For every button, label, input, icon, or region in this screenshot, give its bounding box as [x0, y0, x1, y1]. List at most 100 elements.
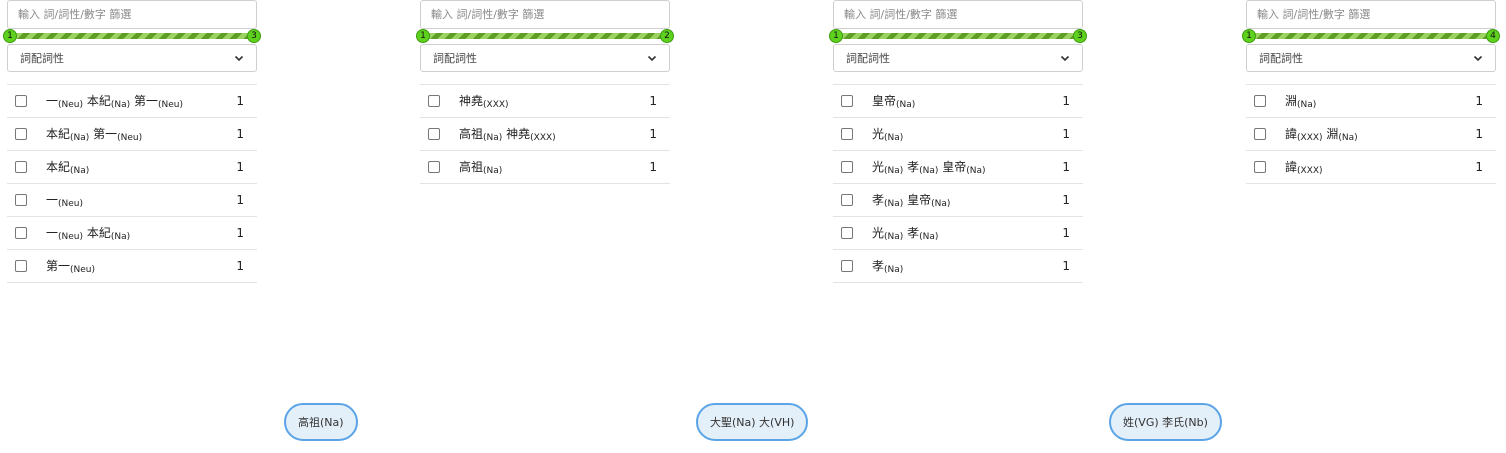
ngram-length-slider[interactable]: 1 3: [3, 29, 261, 43]
term-pos-tag: (Neu): [58, 232, 84, 242]
row-checkbox[interactable]: [841, 161, 853, 173]
list-item[interactable]: 本紀(Na) 第一(Neu) 1: [7, 118, 257, 151]
chevron-down-icon: [1473, 55, 1483, 62]
row-checkbox[interactable]: [428, 95, 440, 107]
list-item[interactable]: 本紀(Na) 1: [7, 151, 257, 184]
list-item[interactable]: 神堯(XXX) 1: [420, 85, 670, 118]
ngram-length-slider[interactable]: 1 2: [416, 29, 674, 43]
list-item[interactable]: 高祖(Na) 神堯(XXX) 1: [420, 118, 670, 151]
ngram-panel: 1 2 詞配詞性 神堯(XXX)1高祖(Na) 神堯(XXX)1高祖(Na)1: [416, 0, 674, 184]
frequency-count: 1: [236, 94, 244, 108]
list-item[interactable]: 光(Na) 孝(Na) 皇帝(Na) 1: [833, 151, 1083, 184]
row-checkbox[interactable]: [15, 95, 27, 107]
list-item[interactable]: 孝(Na) 皇帝(Na) 1: [833, 184, 1083, 217]
row-checkbox[interactable]: [15, 161, 27, 173]
term-pos-tag: (Na): [884, 232, 904, 242]
filter-input[interactable]: [833, 0, 1083, 29]
ngram-length-slider[interactable]: 1 3: [829, 29, 1087, 43]
row-checkbox[interactable]: [15, 128, 27, 140]
row-checkbox[interactable]: [841, 260, 853, 272]
row-checkbox[interactable]: [841, 227, 853, 239]
ngram-term: 一(Neu) 本紀(Na) 第一(Neu): [46, 92, 183, 110]
list-item[interactable]: 諱(XXX) 1: [1246, 151, 1496, 184]
pos-collocation-select[interactable]: 詞配詞性: [7, 44, 257, 72]
term-word: 本紀: [86, 94, 111, 108]
ngram-term: 皇帝(Na): [872, 92, 915, 110]
row-checkbox[interactable]: [841, 194, 853, 206]
term-pos-tag: (Na): [884, 199, 904, 209]
slider-max-handle[interactable]: 4: [1486, 29, 1500, 43]
row-checkbox[interactable]: [1254, 128, 1266, 140]
slider-max-handle[interactable]: 3: [247, 29, 261, 43]
list-item[interactable]: 第一(Neu) 1: [7, 250, 257, 283]
list-item[interactable]: 一(Neu) 本紀(Na) 第一(Neu) 1: [7, 85, 257, 118]
row-checkbox[interactable]: [428, 161, 440, 173]
slider-track[interactable]: [9, 33, 255, 39]
pos-collocation-select[interactable]: 詞配詞性: [420, 44, 670, 72]
ngram-length-slider[interactable]: 1 4: [1242, 29, 1500, 43]
row-checkbox[interactable]: [428, 128, 440, 140]
term-word: 孝: [907, 160, 920, 174]
ngram-panel: 1 4 詞配詞性 淵(Na)1諱(XXX) 淵(Na)1諱(XXX)1: [1242, 0, 1500, 184]
collocation-pill[interactable]: 姓(VG) 李氏(Nb): [1109, 403, 1222, 441]
list-item[interactable]: 光(Na) 孝(Na) 1: [833, 217, 1083, 250]
list-item[interactable]: 諱(XXX) 淵(Na) 1: [1246, 118, 1496, 151]
filter-input[interactable]: [420, 0, 670, 29]
frequency-count: 1: [649, 127, 657, 141]
slider-min-handle[interactable]: 1: [1242, 29, 1256, 43]
slider-track[interactable]: [1248, 33, 1494, 39]
term-word: 光: [872, 226, 885, 240]
slider-min-handle[interactable]: 1: [416, 29, 430, 43]
term-pos-tag: (Na): [70, 133, 90, 143]
row-checkbox[interactable]: [15, 194, 27, 206]
row-checkbox[interactable]: [1254, 95, 1266, 107]
term-pos-tag: (Neu): [70, 265, 96, 275]
term-pos-tag: (XXX): [530, 133, 556, 143]
slider-max-handle[interactable]: 3: [1073, 29, 1087, 43]
list-item[interactable]: 光(Na) 1: [833, 118, 1083, 151]
ngram-term: 諱(XXX) 淵(Na): [1285, 125, 1358, 143]
ngram-term: 本紀(Na) 第一(Neu): [46, 125, 142, 143]
select-label: 詞配詞性: [846, 52, 890, 65]
list-item[interactable]: 孝(Na) 1: [833, 250, 1083, 283]
term-pos-tag: (Na): [884, 166, 904, 176]
ngram-term: 第一(Neu): [46, 257, 95, 275]
term-word: 皇帝: [872, 94, 897, 108]
list-item[interactable]: 一(Neu) 1: [7, 184, 257, 217]
row-checkbox[interactable]: [15, 260, 27, 272]
ngram-list: 一(Neu) 本紀(Na) 第一(Neu) 1 本紀(Na) 第一(Neu) 1 本紀(…: [7, 84, 257, 283]
frequency-count: 1: [649, 94, 657, 108]
term-word: 孝: [872, 193, 885, 207]
frequency-count: 1: [1062, 259, 1070, 273]
slider-track[interactable]: [835, 33, 1081, 39]
pos-collocation-select[interactable]: 詞配詞性: [833, 44, 1083, 72]
slider-max-handle[interactable]: 2: [660, 29, 674, 43]
term-word: 諱: [1285, 160, 1298, 174]
term-word: 孝: [907, 226, 920, 240]
filter-input[interactable]: [7, 0, 257, 29]
row-checkbox[interactable]: [15, 227, 27, 239]
slider-min-handle[interactable]: 1: [829, 29, 843, 43]
collocation-pill[interactable]: 大聖(Na) 大(VH): [696, 403, 809, 441]
ngram-term: 神堯(XXX): [459, 92, 509, 110]
term-word: 一: [46, 193, 59, 207]
term-word: 淵: [1285, 94, 1298, 108]
slider-track[interactable]: [422, 33, 668, 39]
row-checkbox[interactable]: [841, 95, 853, 107]
list-item[interactable]: 淵(Na) 1: [1246, 85, 1496, 118]
row-checkbox[interactable]: [1254, 161, 1266, 173]
row-checkbox[interactable]: [841, 128, 853, 140]
term-pos-tag: (Na): [919, 232, 939, 242]
frequency-count: 1: [236, 226, 244, 240]
frequency-count: 1: [1062, 226, 1070, 240]
frequency-count: 1: [236, 127, 244, 141]
pos-collocation-select[interactable]: 詞配詞性: [1246, 44, 1496, 72]
term-pos-tag: (Neu): [58, 199, 84, 209]
collocation-pill[interactable]: 高祖(Na): [284, 403, 358, 441]
list-item[interactable]: 高祖(Na) 1: [420, 151, 670, 184]
filter-input[interactable]: [1246, 0, 1496, 29]
slider-min-handle[interactable]: 1: [3, 29, 17, 43]
list-item[interactable]: 皇帝(Na) 1: [833, 85, 1083, 118]
term-pos-tag: (Na): [483, 133, 503, 143]
list-item[interactable]: 一(Neu) 本紀(Na) 1: [7, 217, 257, 250]
